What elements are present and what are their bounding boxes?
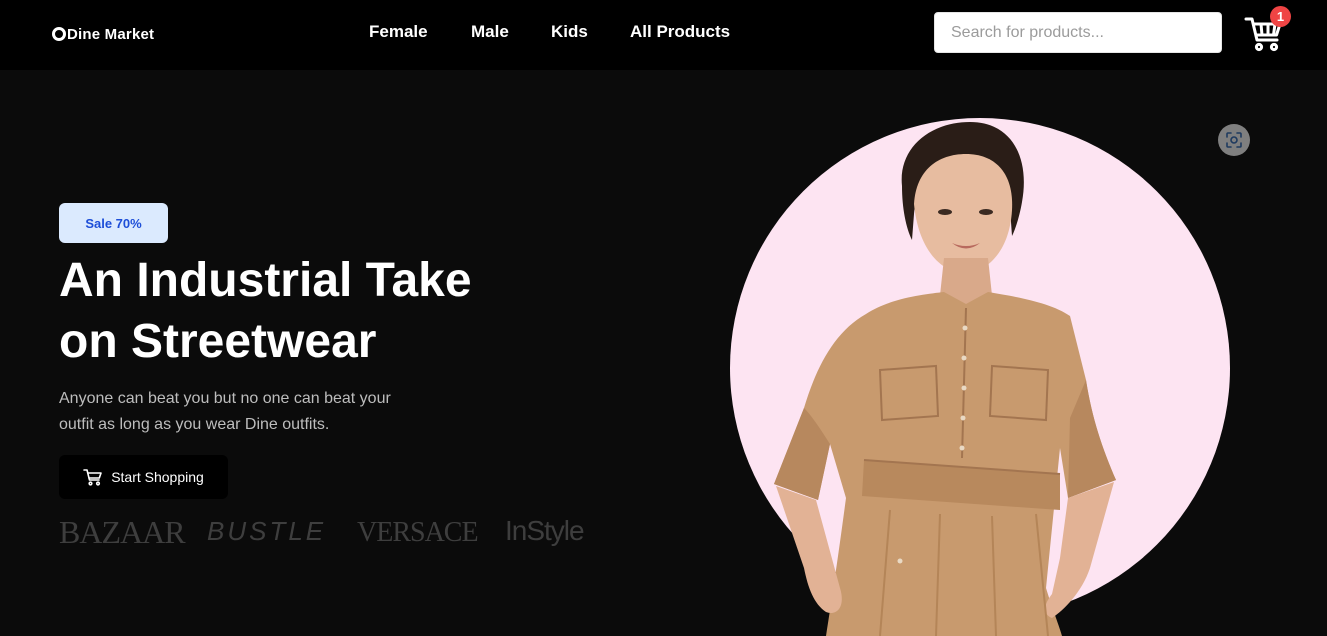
logo-ring-icon — [52, 27, 66, 41]
top-navbar: Dine Market Female Male Kids All Product… — [0, 0, 1327, 70]
nav-item-kids[interactable]: Kids — [551, 22, 588, 42]
nav-item-male[interactable]: Male — [471, 22, 509, 42]
shopping-cart-icon — [83, 469, 102, 486]
start-shopping-label: Start Shopping — [111, 469, 204, 485]
brand-logo-instyle: InStyle — [505, 515, 585, 546]
visual-search-button[interactable] — [1218, 124, 1250, 156]
nav-item-female[interactable]: Female — [369, 22, 428, 42]
hero-subtitle-line: outfit as long as you wear Dine outfits. — [59, 416, 330, 433]
cart-count-badge: 1 — [1270, 6, 1291, 27]
hero-title: An Industrial Take on Streetwear — [59, 250, 529, 372]
nav-item-all-products[interactable]: All Products — [630, 22, 730, 42]
hero-title-line: on Streetwear — [59, 315, 377, 368]
hero-subtitle: Anyone can beat you but no one can beat … — [59, 386, 419, 438]
search-input[interactable] — [934, 12, 1222, 53]
hero-title-line: An Industrial Take — [59, 254, 472, 307]
model-figure — [774, 122, 1116, 636]
sale-badge: Sale 70% — [59, 203, 168, 243]
visual-search-icon — [1226, 132, 1242, 148]
logo-text: Dine Market — [67, 25, 155, 43]
brand-logo-versace: VERSACE — [357, 517, 479, 548]
hero-subtitle-line: Anyone can beat you but no one can beat … — [59, 390, 391, 407]
logo[interactable]: Dine Market — [52, 22, 154, 46]
brand-logo-bazaar: BAZAAR — [59, 514, 186, 550]
start-shopping-button[interactable]: Start Shopping — [59, 455, 228, 499]
brand-logo-bustle: BUSTLE — [207, 516, 327, 546]
